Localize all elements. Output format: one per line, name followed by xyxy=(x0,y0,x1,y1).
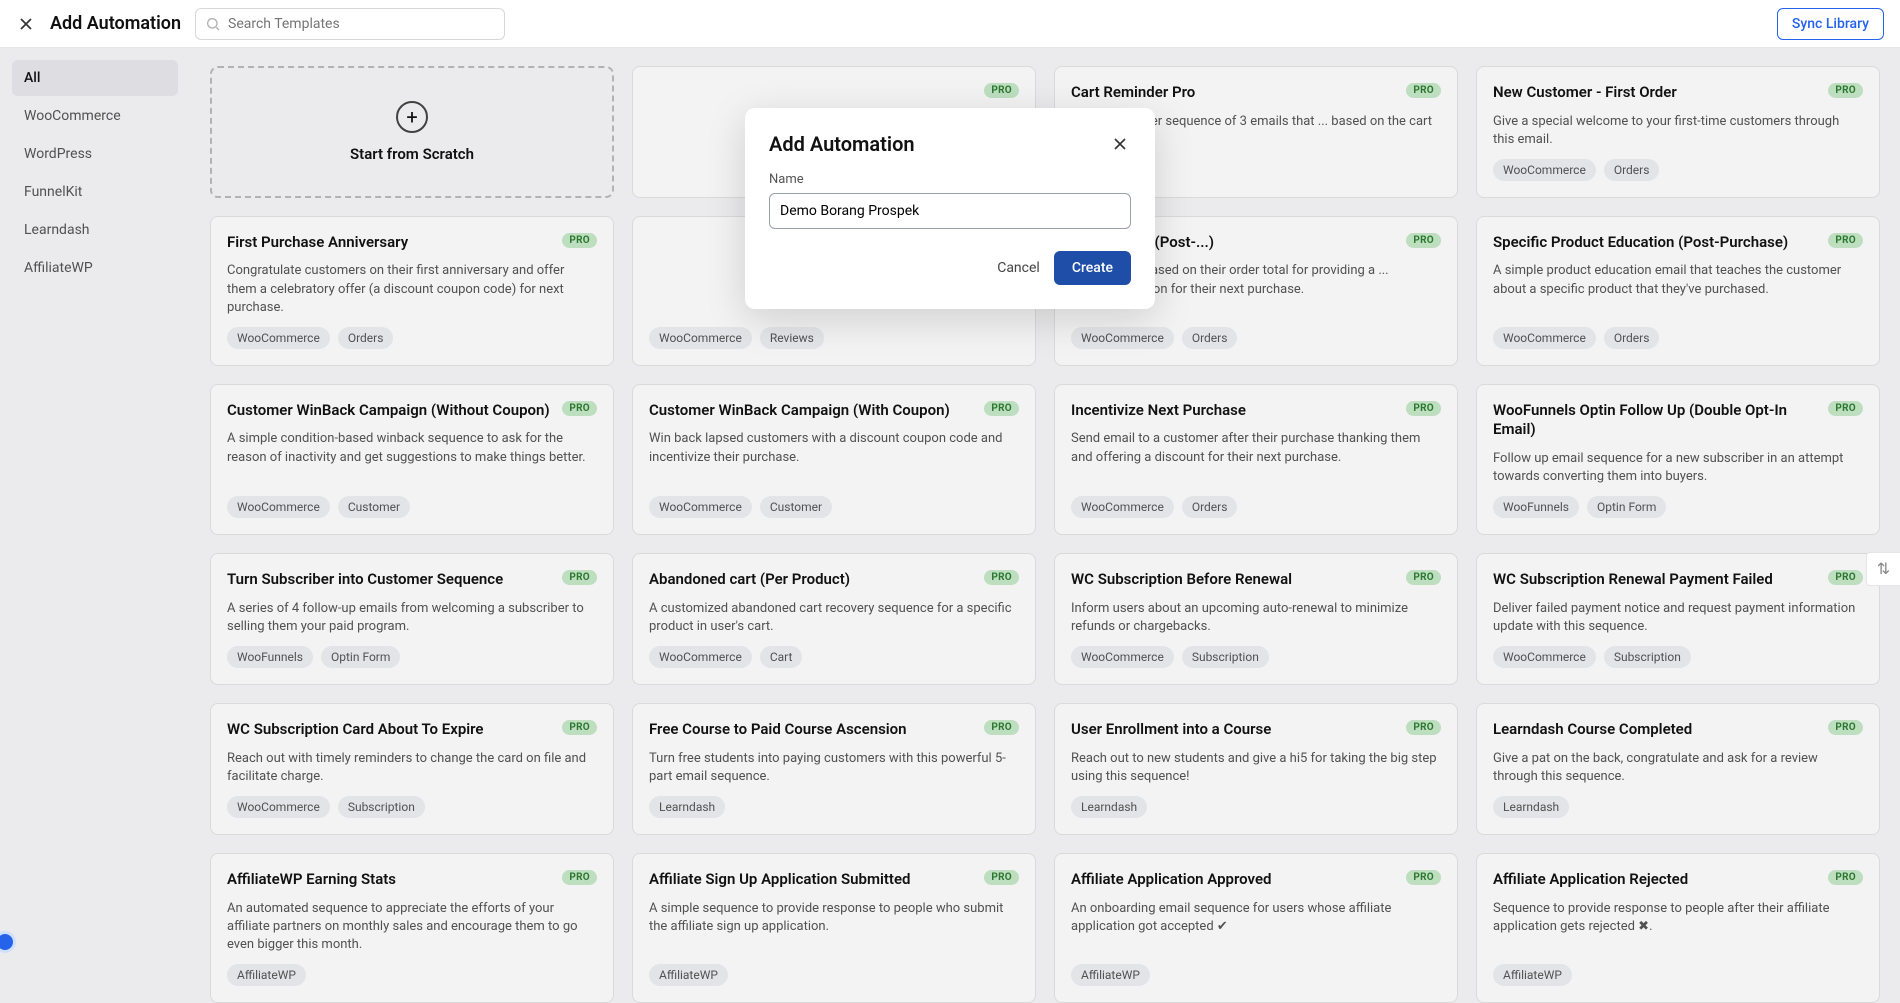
modal-close-icon[interactable] xyxy=(1109,133,1131,155)
page-title: Add Automation xyxy=(50,13,181,34)
search-icon xyxy=(205,16,221,32)
search-input[interactable] xyxy=(195,8,505,40)
automation-name-input[interactable] xyxy=(769,193,1131,229)
cancel-button[interactable]: Cancel xyxy=(997,260,1040,276)
modal-overlay[interactable]: Add Automation Name Cancel Create xyxy=(0,48,1900,1003)
search-wrap xyxy=(195,8,505,40)
top-bar: Add Automation Sync Library xyxy=(0,0,1900,48)
create-button[interactable]: Create xyxy=(1054,251,1131,285)
name-label: Name xyxy=(769,172,1131,187)
modal-title: Add Automation xyxy=(769,132,915,156)
sync-library-button[interactable]: Sync Library xyxy=(1777,8,1884,40)
close-icon[interactable] xyxy=(16,14,36,34)
add-automation-modal: Add Automation Name Cancel Create xyxy=(745,108,1155,309)
side-panel-toggle-icon[interactable]: ⇅ xyxy=(1866,552,1900,586)
